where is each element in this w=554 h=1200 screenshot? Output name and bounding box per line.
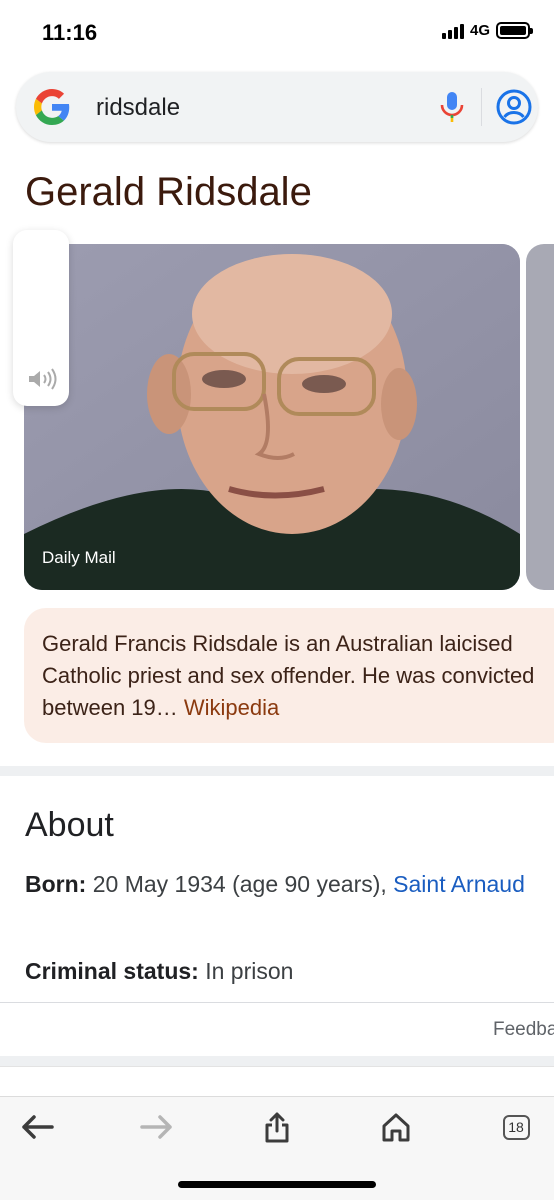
status-time: 11:16 [42, 20, 98, 45]
status-bar: 11:16 4G [0, 0, 554, 64]
section-divider [0, 766, 554, 776]
section-divider [0, 1056, 554, 1066]
image-source-label: Daily Mail [42, 548, 116, 567]
criminal-status-label: Criminal status: [25, 958, 199, 984]
speaker-icon [29, 368, 57, 390]
search-divider [481, 88, 482, 126]
wikipedia-link[interactable]: Wikipedia [184, 695, 279, 720]
description-body: Gerald Francis Ridsdale is an Australian… [42, 631, 535, 720]
feedback-button[interactable]: Feedback [493, 1019, 554, 1041]
home-indicator [178, 1181, 376, 1188]
tabs-button[interactable]: 18 [496, 1111, 536, 1143]
portrait-photo [24, 244, 520, 590]
back-button[interactable] [17, 1111, 57, 1143]
status-indicators: 4G [441, 22, 533, 39]
share-button[interactable] [257, 1111, 297, 1143]
battery-icon [496, 22, 533, 39]
next-image-peek[interactable] [526, 244, 554, 590]
criminal-status-fact: Criminal status: In prison [25, 953, 535, 989]
forward-button[interactable] [137, 1111, 177, 1143]
entity-title: Gerald Ridsdale [25, 170, 312, 214]
entity-image[interactable]: Daily Mail [24, 244, 520, 590]
microphone-icon[interactable] [437, 90, 467, 124]
search-bar[interactable]: ridsdale [16, 72, 538, 142]
google-logo-icon [34, 89, 70, 125]
account-icon[interactable] [496, 89, 532, 125]
criminal-status-value: In prison [205, 958, 294, 984]
birthplace-link[interactable]: Saint Arnaud [393, 871, 525, 897]
bottom-toolbar: 18 [0, 1096, 554, 1200]
home-button[interactable] [376, 1111, 416, 1143]
tabs-icon: 18 [502, 1114, 530, 1140]
born-label: Born: [25, 871, 87, 897]
forward-arrow-icon [140, 1115, 172, 1139]
signal-icon [441, 23, 464, 39]
description-text: Gerald Francis Ridsdale is an Australian… [42, 628, 554, 724]
about-heading: About [25, 806, 114, 844]
feedback-row: Feedback [0, 1002, 554, 1054]
home-icon [382, 1113, 410, 1142]
born-fact: Born: 20 May 1934 (age 90 years), Saint … [25, 866, 535, 902]
description-card[interactable]: Gerald Francis Ridsdale is an Australian… [24, 608, 554, 743]
audio-pill[interactable] [13, 230, 69, 406]
back-arrow-icon [22, 1115, 54, 1139]
born-value: 20 May 1934 (age 90 years), [92, 871, 387, 897]
search-input[interactable]: ridsdale [96, 94, 180, 122]
share-icon [265, 1112, 289, 1143]
network-label: 4G [469, 22, 490, 39]
